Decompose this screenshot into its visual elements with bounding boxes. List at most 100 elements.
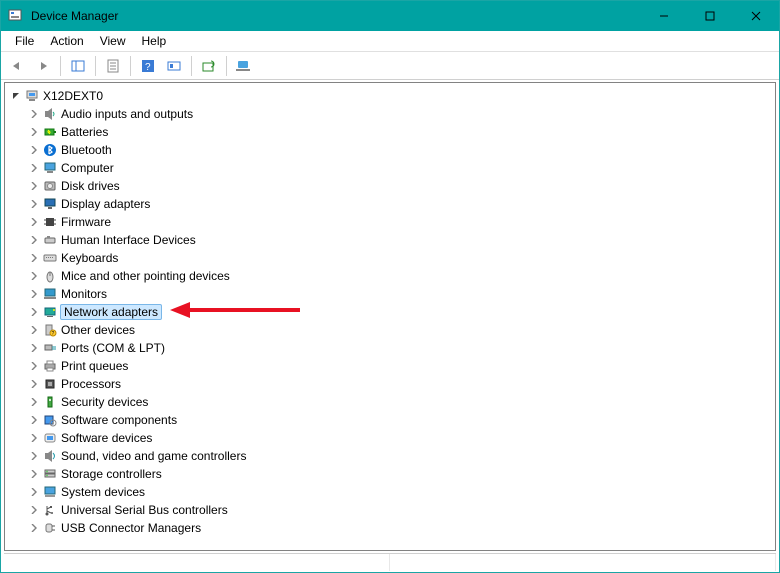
chevron-right-icon[interactable] [27, 146, 41, 154]
category-label: Bluetooth [59, 141, 112, 159]
speaker-icon [41, 107, 59, 121]
tree-root[interactable]: X12DEXT0 [5, 87, 775, 105]
category-display[interactable]: Display adapters [5, 195, 775, 213]
computer-icon [23, 89, 41, 103]
category-hid[interactable]: Human Interface Devices [5, 231, 775, 249]
category-label: Universal Serial Bus controllers [59, 501, 228, 519]
chevron-right-icon[interactable] [27, 254, 41, 262]
chevron-right-icon[interactable] [27, 110, 41, 118]
category-storage[interactable]: Storage controllers [5, 465, 775, 483]
keyboard-icon [41, 251, 59, 265]
category-usb[interactable]: Universal Serial Bus controllers [5, 501, 775, 519]
back-button[interactable] [5, 55, 29, 77]
show-tree-button[interactable] [66, 55, 90, 77]
tree-root-label: X12DEXT0 [41, 87, 103, 105]
category-chip[interactable]: Firmware [5, 213, 775, 231]
category-bluetooth[interactable]: Bluetooth [5, 141, 775, 159]
chevron-right-icon[interactable] [27, 290, 41, 298]
network-icon [41, 305, 59, 319]
category-sound[interactable]: Sound, video and game controllers [5, 447, 775, 465]
help-button[interactable]: ? [136, 55, 160, 77]
printer-icon [41, 359, 59, 373]
chevron-right-icon[interactable] [27, 362, 41, 370]
battery-icon [41, 125, 59, 139]
menu-help[interactable]: Help [134, 32, 175, 50]
category-label: Batteries [59, 123, 108, 141]
category-port[interactable]: Ports (COM & LPT) [5, 339, 775, 357]
chevron-right-icon[interactable] [27, 236, 41, 244]
svg-text:?: ? [52, 331, 55, 337]
chevron-right-icon[interactable] [27, 452, 41, 460]
category-swd[interactable]: Software devices [5, 429, 775, 447]
update-driver-button[interactable] [162, 55, 186, 77]
category-label: Computer [59, 159, 114, 177]
category-network[interactable]: Network adapters [5, 303, 775, 321]
usb-icon [41, 503, 59, 517]
category-label: Security devices [59, 393, 148, 411]
category-speaker[interactable]: Audio inputs and outputs [5, 105, 775, 123]
category-swc[interactable]: Software components [5, 411, 775, 429]
chevron-right-icon[interactable] [27, 164, 41, 172]
properties-button[interactable] [101, 55, 125, 77]
chevron-right-icon[interactable] [27, 128, 41, 136]
display-icon [41, 197, 59, 211]
chevron-right-icon[interactable] [27, 218, 41, 226]
chevron-right-icon[interactable] [27, 470, 41, 478]
chevron-right-icon[interactable] [27, 380, 41, 388]
forward-button[interactable] [31, 55, 55, 77]
category-security[interactable]: Security devices [5, 393, 775, 411]
device-tree[interactable]: X12DEXT0Audio inputs and outputsBatterie… [5, 85, 775, 537]
chevron-right-icon[interactable] [27, 488, 41, 496]
cpu-icon [41, 377, 59, 391]
category-other[interactable]: ?Other devices [5, 321, 775, 339]
storage-icon [41, 467, 59, 481]
category-system[interactable]: System devices [5, 483, 775, 501]
port-icon [41, 341, 59, 355]
chevron-right-icon[interactable] [27, 434, 41, 442]
toolbar-separator [226, 56, 227, 76]
menu-view[interactable]: View [92, 32, 134, 50]
chevron-right-icon[interactable] [27, 200, 41, 208]
chevron-right-icon[interactable] [27, 182, 41, 190]
toolbar-separator [130, 56, 131, 76]
category-printer[interactable]: Print queues [5, 357, 775, 375]
category-battery[interactable]: Batteries [5, 123, 775, 141]
maximize-button[interactable] [687, 1, 733, 31]
category-label: Print queues [59, 357, 128, 375]
chevron-right-icon[interactable] [27, 344, 41, 352]
toolbar-separator [60, 56, 61, 76]
category-cpu[interactable]: Processors [5, 375, 775, 393]
chevron-right-icon[interactable] [27, 308, 41, 316]
category-label: Network adapters [60, 304, 162, 320]
category-usbconn[interactable]: USB Connector Managers [5, 519, 775, 537]
chevron-right-icon[interactable] [27, 416, 41, 424]
hid-icon [41, 233, 59, 247]
category-label: Storage controllers [59, 465, 162, 483]
category-label: Ports (COM & LPT) [59, 339, 165, 357]
chevron-down-icon[interactable] [9, 92, 23, 100]
close-button[interactable] [733, 1, 779, 31]
monitor-icon [41, 287, 59, 301]
device-tree-pane[interactable]: X12DEXT0Audio inputs and outputsBatterie… [4, 82, 776, 551]
mouse-icon [41, 269, 59, 283]
devices-button[interactable] [232, 55, 256, 77]
menu-file[interactable]: File [7, 32, 42, 50]
menu-action[interactable]: Action [42, 32, 91, 50]
window-title: Device Manager [29, 9, 641, 23]
security-icon [41, 395, 59, 409]
minimize-button[interactable] [641, 1, 687, 31]
chevron-right-icon[interactable] [27, 398, 41, 406]
scan-hardware-button[interactable] [197, 55, 221, 77]
category-computer[interactable]: Computer [5, 159, 775, 177]
chevron-right-icon[interactable] [27, 272, 41, 280]
chevron-right-icon[interactable] [27, 326, 41, 334]
category-label: Display adapters [59, 195, 150, 213]
titlebar: Device Manager [1, 1, 779, 31]
category-mouse[interactable]: Mice and other pointing devices [5, 267, 775, 285]
chevron-right-icon[interactable] [27, 506, 41, 514]
category-disk[interactable]: Disk drives [5, 177, 775, 195]
category-keyboard[interactable]: Keyboards [5, 249, 775, 267]
chevron-right-icon[interactable] [27, 524, 41, 532]
category-monitor[interactable]: Monitors [5, 285, 775, 303]
bluetooth-icon [41, 143, 59, 157]
